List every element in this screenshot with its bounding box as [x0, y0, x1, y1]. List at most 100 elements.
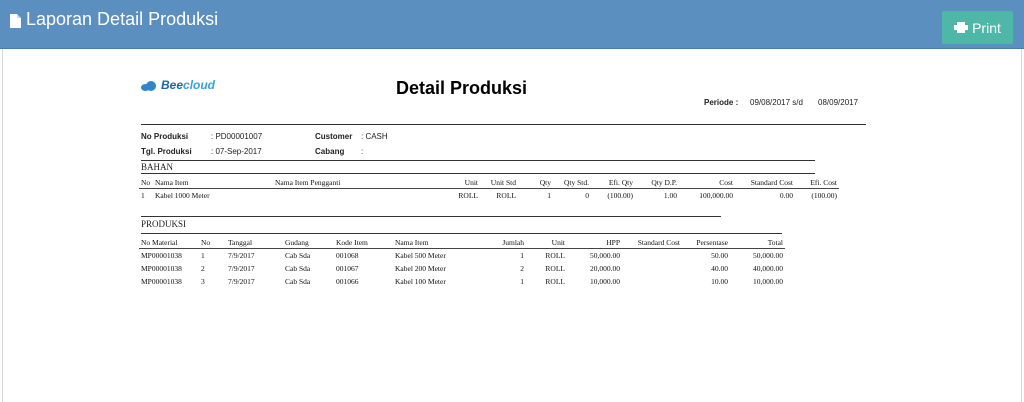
- cell-tanggal: 7/9/2017: [228, 251, 255, 260]
- cell-unit: ROLL: [545, 251, 565, 260]
- bahan-top-divider: [141, 160, 815, 161]
- no-produksi-label: No Produksi: [141, 132, 189, 141]
- bahan-table: No Nama Item Nama Item Pengganti Unit Un…: [139, 176, 839, 202]
- logo-text-bee: Bee: [161, 78, 184, 92]
- table-row: MP00001038 1 7/9/2017 Cab Sda 001068 Kab…: [139, 249, 785, 263]
- col-unit-std: Unit Std: [490, 177, 516, 187]
- cell-tanggal: 7/9/2017: [228, 277, 255, 286]
- col-cost: Cost: [719, 177, 733, 187]
- cell-no-material: MP00001038: [141, 264, 182, 273]
- bahan-section-title: BAHAN: [141, 162, 174, 172]
- cell-total: 10,000.00: [753, 277, 783, 286]
- cell-kode-item: 001066: [336, 277, 359, 286]
- col-no: No: [141, 177, 151, 187]
- col-total: Total: [767, 237, 783, 247]
- cell-hpp: 50,000.00: [590, 251, 620, 260]
- table-row: MP00001038 3 7/9/2017 Cab Sda 001066 Kab…: [139, 275, 785, 288]
- col-persentase: Persentase: [696, 237, 728, 247]
- periode-from: 09/08/2017 s/d: [750, 98, 803, 107]
- col-jumlah: Jumlah: [502, 237, 524, 247]
- cell-total: 40,000.00: [753, 264, 783, 273]
- cell-persentase: 10.00: [711, 277, 728, 286]
- periode-to: 08/09/2017: [818, 98, 859, 107]
- col-unit: Unit: [464, 177, 478, 187]
- header-divider: [141, 124, 866, 125]
- periode-label: Periode :: [704, 98, 739, 107]
- tgl-produksi-value: : 07-Sep-2017: [211, 147, 262, 156]
- app-header: Laporan Detail Produksi: [0, 0, 1024, 49]
- cell-gudang: Cab Sda: [285, 251, 311, 260]
- col-qty-std: Qty Std.: [563, 177, 589, 187]
- cell-nama-item: Kabel 100 Meter: [395, 277, 446, 286]
- col-gudang: Gudang: [285, 237, 309, 247]
- col-hpp: HPP: [606, 237, 620, 247]
- cell-no: 1: [141, 191, 145, 200]
- customer-value: : CASH: [361, 132, 388, 141]
- col-efi-qty: Efi. Qty: [608, 177, 633, 187]
- cell-no: 2: [201, 264, 205, 273]
- customer-label: Customer: [315, 132, 353, 141]
- cloud-logo-icon: [141, 80, 157, 91]
- cell-persentase: 40.00: [711, 264, 728, 273]
- produksi-header-row: No Material No Tanggal Gudang Kode Item …: [139, 236, 785, 249]
- cell-efi-qty: (100.00): [607, 191, 633, 200]
- col-unit: Unit: [551, 237, 565, 247]
- cell-jumlah: 1: [520, 251, 524, 260]
- cell-qty-dp: 1.00: [663, 191, 677, 200]
- print-button[interactable]: Print: [942, 11, 1013, 44]
- cell-standard-cost: [622, 275, 682, 288]
- col-nama-item-pengganti: Nama Item Pengganti: [275, 177, 341, 187]
- col-no-material: No Material: [141, 237, 178, 247]
- bahan-header-row: No Nama Item Nama Item Pengganti Unit Un…: [139, 176, 839, 189]
- cell-no-material: MP00001038: [141, 251, 182, 260]
- cell-hpp: 10,000.00: [590, 277, 620, 286]
- produksi-section-title: PRODUKSI: [141, 219, 187, 229]
- col-kode-item: Kode Item: [336, 237, 368, 247]
- print-button-label: Print: [972, 19, 1001, 36]
- cell-standard-cost: 0.00: [779, 191, 793, 200]
- col-standard-cost: Standard Cost: [750, 177, 793, 187]
- cell-persentase: 50.00: [711, 251, 728, 260]
- cell-nama-item: Kabel 500 Meter: [395, 251, 446, 260]
- no-produksi-value: : PD00001007: [211, 132, 263, 141]
- cell-no: 3: [201, 277, 205, 286]
- cabang-value: :: [361, 147, 364, 156]
- col-tanggal: Tanggal: [228, 237, 253, 247]
- report-title: Detail Produksi: [396, 78, 528, 98]
- col-nama-item: Nama Item: [155, 177, 189, 187]
- document-icon: [10, 14, 21, 28]
- table-row: 1 Kabel 1000 Meter ROLL ROLL 1 0 (100.00…: [139, 189, 839, 203]
- cell-standard-cost: [622, 249, 682, 263]
- cell-efi-cost: (100.00): [811, 191, 837, 200]
- cell-qty: 1: [547, 191, 551, 200]
- col-efi-cost: Efi. Cost: [810, 177, 837, 187]
- col-nama-item: Nama Item: [395, 237, 429, 247]
- cell-nama-item: Kabel 1000 Meter: [155, 191, 210, 200]
- table-row: MP00001038 2 7/9/2017 Cab Sda 001067 Kab…: [139, 262, 785, 275]
- cell-nama-item-pengganti: [273, 189, 428, 203]
- cell-no-material: MP00001038: [141, 277, 182, 286]
- cell-gudang: Cab Sda: [285, 264, 311, 273]
- cell-nama-item: Kabel 200 Meter: [395, 264, 446, 273]
- cabang-label: Cabang: [315, 147, 345, 156]
- bahan-header-divider: [141, 173, 815, 174]
- cell-unit-std: ROLL: [496, 191, 516, 200]
- produksi-table: No Material No Tanggal Gudang Kode Item …: [139, 236, 785, 288]
- col-standard-cost: Standard Cost: [637, 237, 680, 247]
- col-qty: Qty: [539, 177, 551, 187]
- cell-no: 1: [201, 251, 205, 260]
- cell-kode-item: 001067: [336, 264, 359, 273]
- cell-unit: ROLL: [545, 264, 565, 273]
- page-title: Laporan Detail Produksi: [26, 9, 219, 29]
- cell-tanggal: 7/9/2017: [228, 264, 255, 273]
- cell-hpp: 20,000.00: [590, 264, 620, 273]
- cell-kode-item: 001068: [336, 251, 359, 260]
- col-no: No: [201, 237, 211, 247]
- col-qty-dp: Qty D.P.: [651, 177, 677, 187]
- cell-standard-cost: [622, 262, 682, 275]
- cell-unit: ROLL: [545, 277, 565, 286]
- cell-gudang: Cab Sda: [285, 277, 311, 286]
- cell-cost: 100,000.00: [699, 191, 733, 200]
- printer-icon: [954, 22, 969, 33]
- cell-total: 50,000.00: [753, 251, 783, 260]
